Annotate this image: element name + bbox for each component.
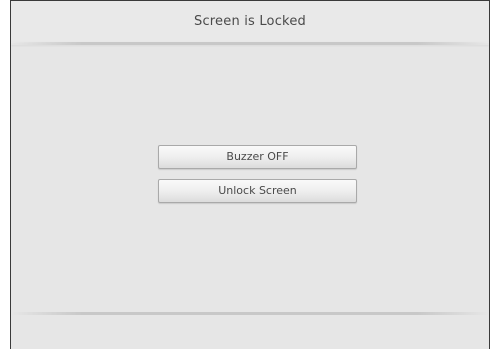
page-title: Screen is Locked xyxy=(194,14,306,29)
buzzer-off-button[interactable]: Buzzer OFF xyxy=(158,145,357,169)
title-divider xyxy=(11,42,489,45)
lock-screen-panel: Screen is Locked Buzzer OFF Unlock Scree… xyxy=(10,0,490,349)
bottom-divider xyxy=(11,312,489,315)
unlock-screen-button[interactable]: Unlock Screen xyxy=(158,179,357,203)
title-bar: Screen is Locked xyxy=(11,1,489,43)
